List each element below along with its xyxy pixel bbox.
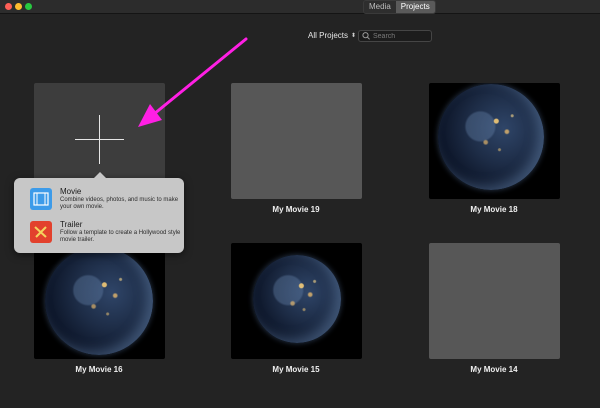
annotation-arrow-icon [138,37,248,127]
